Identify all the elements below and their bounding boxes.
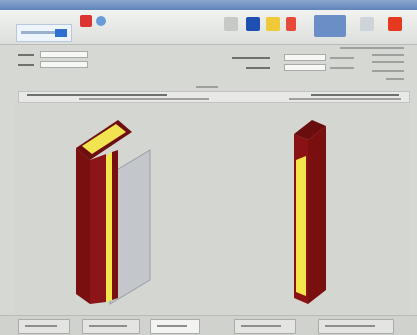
tab-3-active[interactable] bbox=[150, 319, 200, 334]
setting-unit-4 bbox=[330, 67, 354, 69]
viewport-3d[interactable] bbox=[14, 104, 410, 314]
tool-icon-2[interactable] bbox=[96, 16, 106, 26]
left-section-subtitle bbox=[79, 98, 209, 100]
right-panel-3d bbox=[294, 120, 326, 304]
left-section-title bbox=[27, 94, 167, 96]
exit-icon[interactable] bbox=[388, 17, 402, 31]
app-logo-icon bbox=[16, 24, 72, 42]
section-header bbox=[18, 91, 410, 103]
header-info bbox=[340, 47, 404, 49]
header-info-3 bbox=[372, 61, 404, 63]
bottom-tab-bar bbox=[0, 315, 417, 335]
title-bar bbox=[0, 0, 417, 10]
setting-label-2 bbox=[18, 64, 34, 66]
view-icon[interactable] bbox=[314, 15, 346, 37]
tab-4[interactable] bbox=[234, 319, 296, 334]
setting-field-3[interactable] bbox=[284, 54, 326, 61]
setting-unit-3 bbox=[330, 57, 354, 59]
header-info-4 bbox=[372, 70, 404, 72]
table-icon[interactable] bbox=[360, 17, 374, 31]
setting-label-1 bbox=[18, 54, 34, 56]
setting-label-3 bbox=[232, 57, 270, 59]
help-icon[interactable] bbox=[286, 17, 296, 31]
setting-field-2[interactable] bbox=[40, 61, 88, 68]
tool-icon-1[interactable] bbox=[80, 15, 92, 27]
tab-5[interactable] bbox=[318, 319, 394, 334]
right-section-subtitle bbox=[289, 98, 401, 100]
setting-field-4[interactable] bbox=[284, 64, 326, 71]
tab-2[interactable] bbox=[82, 319, 140, 334]
header-info-2 bbox=[372, 54, 404, 56]
header-info-5 bbox=[386, 78, 404, 80]
main-toolbar bbox=[0, 10, 417, 45]
setting-field-1[interactable] bbox=[40, 51, 88, 58]
setting-label-4 bbox=[246, 67, 270, 69]
tab-1[interactable] bbox=[18, 319, 70, 334]
right-section-title bbox=[311, 94, 399, 96]
panel-caption bbox=[196, 86, 218, 88]
folder-icon[interactable] bbox=[266, 17, 280, 31]
tool-icon-3[interactable] bbox=[224, 17, 238, 31]
save-icon[interactable] bbox=[246, 17, 260, 31]
